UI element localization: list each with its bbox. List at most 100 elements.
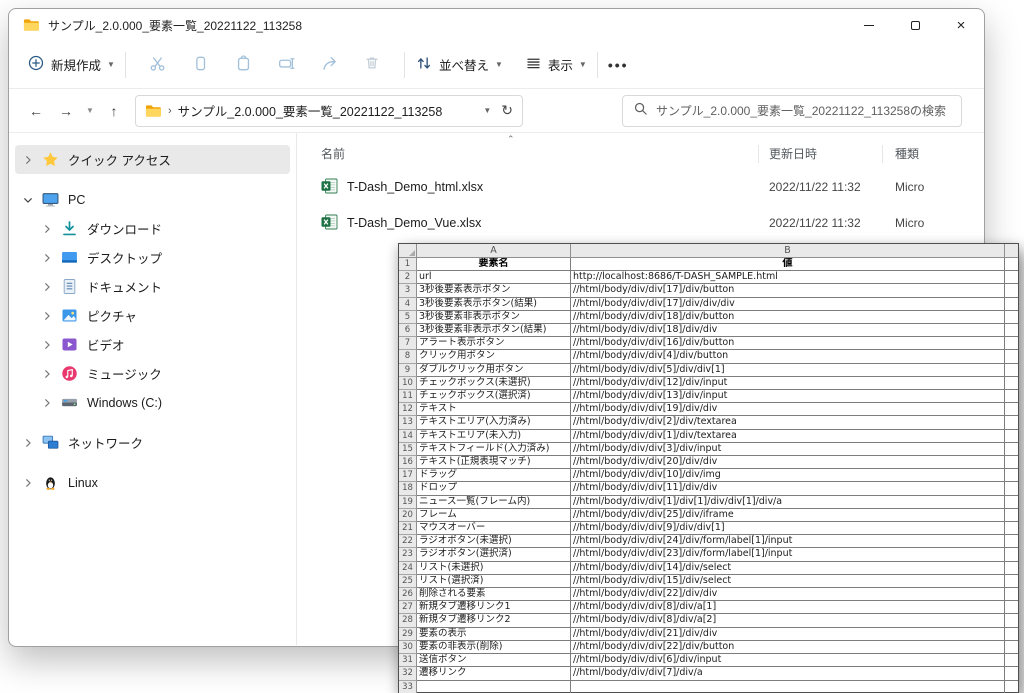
cell-c-partial[interactable] bbox=[1005, 298, 1018, 311]
cell-a4[interactable]: 3秒後要素表示ボタン(結果) bbox=[417, 298, 571, 311]
cell-a7[interactable]: アラート表示ボタン bbox=[417, 337, 571, 350]
row-number[interactable]: 9 bbox=[399, 364, 417, 377]
row-number[interactable]: 4 bbox=[399, 298, 417, 311]
cell-a2[interactable]: url bbox=[417, 271, 571, 284]
cell-a6[interactable]: 3秒後要素非表示ボタン(結果) bbox=[417, 324, 571, 337]
cell-c-partial[interactable] bbox=[1005, 377, 1018, 390]
sidebar-item-videos[interactable]: ビデオ bbox=[15, 330, 290, 359]
chevron-right-icon[interactable] bbox=[42, 224, 53, 234]
cell-c-partial[interactable] bbox=[1005, 535, 1018, 548]
more-options-button[interactable]: ••• bbox=[608, 57, 629, 73]
sidebar-item-music[interactable]: ミュージック bbox=[15, 359, 290, 388]
cell-c-partial[interactable] bbox=[1005, 562, 1018, 575]
select-all-corner[interactable] bbox=[399, 244, 417, 258]
cell-b12[interactable]: //html/body/div/div[19]/div/div bbox=[571, 403, 1005, 416]
cell-b11[interactable]: //html/body/div/div[13]/div/input bbox=[571, 390, 1005, 403]
copy-button[interactable] bbox=[179, 47, 222, 83]
cell-a27[interactable]: 新規タブ遷移リンク1 bbox=[417, 601, 571, 614]
cell-a29[interactable]: 要素の表示 bbox=[417, 628, 571, 641]
cell-b32[interactable]: //html/body/div/div[7]/div/a bbox=[571, 667, 1005, 680]
cell-a12[interactable]: テキスト bbox=[417, 403, 571, 416]
cell-a1[interactable]: 要素名 bbox=[417, 258, 571, 271]
row-number[interactable]: 29 bbox=[399, 628, 417, 641]
sidebar-item-pc[interactable]: PC bbox=[15, 185, 290, 214]
paste-button[interactable] bbox=[222, 47, 265, 83]
row-number[interactable]: 13 bbox=[399, 416, 417, 429]
row-number[interactable]: 31 bbox=[399, 654, 417, 667]
search-box[interactable] bbox=[622, 95, 962, 127]
row-number[interactable]: 21 bbox=[399, 522, 417, 535]
cell-c-partial[interactable] bbox=[1005, 258, 1018, 271]
back-button[interactable]: ← bbox=[21, 96, 51, 126]
cell-b24[interactable]: //html/body/div/div[14]/div/select bbox=[571, 562, 1005, 575]
cell-a26[interactable]: 削除される要素 bbox=[417, 588, 571, 601]
cell-a23[interactable]: ラジオボタン(選択済) bbox=[417, 548, 571, 561]
cell-c-partial[interactable] bbox=[1005, 588, 1018, 601]
cell-b8[interactable]: //html/body/div/div[4]/div/button bbox=[571, 350, 1005, 363]
sidebar-item-desktop[interactable]: デスクトップ bbox=[15, 243, 290, 272]
row-number[interactable]: 14 bbox=[399, 430, 417, 443]
column-header-modified[interactable]: 更新日時 bbox=[759, 145, 883, 163]
cell-a18[interactable]: ドロップ bbox=[417, 482, 571, 495]
recent-locations-button[interactable]: ▼ bbox=[81, 96, 99, 126]
row-number[interactable]: 28 bbox=[399, 614, 417, 627]
cell-b1[interactable]: 値 bbox=[571, 258, 1005, 271]
cell-b14[interactable]: //html/body/div/div[1]/div/textarea bbox=[571, 430, 1005, 443]
cell-b25[interactable]: //html/body/div/div[15]/div/select bbox=[571, 575, 1005, 588]
cell-a3[interactable]: 3秒後要素表示ボタン bbox=[417, 284, 571, 297]
cell-a17[interactable]: ドラッグ bbox=[417, 469, 571, 482]
cell-c-partial[interactable] bbox=[1005, 430, 1018, 443]
cell-a10[interactable]: チェックボックス(未選択) bbox=[417, 377, 571, 390]
cell-a9[interactable]: ダブルクリック用ボタン bbox=[417, 364, 571, 377]
cell-c-partial[interactable] bbox=[1005, 614, 1018, 627]
cell-b30[interactable]: //html/body/div/div[22]/div/button bbox=[571, 641, 1005, 654]
column-header-b[interactable]: B bbox=[571, 244, 1005, 258]
cell-c-partial[interactable] bbox=[1005, 548, 1018, 561]
cell-c-partial[interactable] bbox=[1005, 522, 1018, 535]
chevron-right-icon[interactable] bbox=[42, 340, 53, 350]
view-button[interactable]: 表示 ▼ bbox=[525, 55, 587, 75]
cell-a30[interactable]: 要素の非表示(削除) bbox=[417, 641, 571, 654]
cell-b13[interactable]: //html/body/div/div[2]/div/textarea bbox=[571, 416, 1005, 429]
cell-c-partial[interactable] bbox=[1005, 667, 1018, 680]
cell-a33[interactable] bbox=[417, 681, 571, 693]
close-button[interactable]: × bbox=[938, 9, 984, 41]
cell-c-partial[interactable] bbox=[1005, 456, 1018, 469]
cell-b26[interactable]: //html/body/div/div[22]/div/div bbox=[571, 588, 1005, 601]
cell-c-partial[interactable] bbox=[1005, 575, 1018, 588]
cell-c-partial[interactable] bbox=[1005, 390, 1018, 403]
cell-c-partial[interactable] bbox=[1005, 337, 1018, 350]
sidebar-item-windows-c[interactable]: Windows (C:) bbox=[15, 388, 290, 417]
row-number[interactable]: 24 bbox=[399, 562, 417, 575]
row-number[interactable]: 12 bbox=[399, 403, 417, 416]
cell-c-partial[interactable] bbox=[1005, 324, 1018, 337]
cell-b9[interactable]: //html/body/div/div[5]/div/div[1] bbox=[571, 364, 1005, 377]
row-number[interactable]: 15 bbox=[399, 443, 417, 456]
cell-c-partial[interactable] bbox=[1005, 271, 1018, 284]
cell-a24[interactable]: リスト(未選択) bbox=[417, 562, 571, 575]
cell-b27[interactable]: //html/body/div/div[8]/div/a[1] bbox=[571, 601, 1005, 614]
cell-b3[interactable]: //html/body/div/div[17]/div/button bbox=[571, 284, 1005, 297]
column-header-a[interactable]: A bbox=[417, 244, 571, 258]
cell-a21[interactable]: マウスオーバー bbox=[417, 522, 571, 535]
chevron-right-icon[interactable] bbox=[42, 282, 53, 292]
new-button[interactable]: 新規作成 ▼ bbox=[27, 54, 115, 75]
cell-a20[interactable]: フレーム bbox=[417, 509, 571, 522]
address-breadcrumb[interactable]: › サンプル_2.0.000_要素一覧_20221122_113258 ▼ ↻ bbox=[135, 95, 523, 127]
cell-b17[interactable]: //html/body/div/div[10]/div/img bbox=[571, 469, 1005, 482]
row-number[interactable]: 32 bbox=[399, 667, 417, 680]
row-number[interactable]: 7 bbox=[399, 337, 417, 350]
minimize-button[interactable] bbox=[846, 9, 892, 41]
chevron-right-icon[interactable] bbox=[23, 438, 34, 448]
row-number[interactable]: 23 bbox=[399, 548, 417, 561]
cell-a11[interactable]: チェックボックス(選択済) bbox=[417, 390, 571, 403]
chevron-right-icon[interactable] bbox=[42, 253, 53, 263]
cell-c-partial[interactable] bbox=[1005, 350, 1018, 363]
chevron-right-icon[interactable] bbox=[42, 398, 53, 408]
cell-b29[interactable]: //html/body/div/div[21]/div/div bbox=[571, 628, 1005, 641]
chevron-right-icon[interactable] bbox=[42, 311, 53, 321]
row-number[interactable]: 10 bbox=[399, 377, 417, 390]
row-number[interactable]: 18 bbox=[399, 482, 417, 495]
row-number[interactable]: 22 bbox=[399, 535, 417, 548]
cell-b19[interactable]: //html/body/div/div[1]/div[1]/div/div[1]… bbox=[571, 496, 1005, 509]
